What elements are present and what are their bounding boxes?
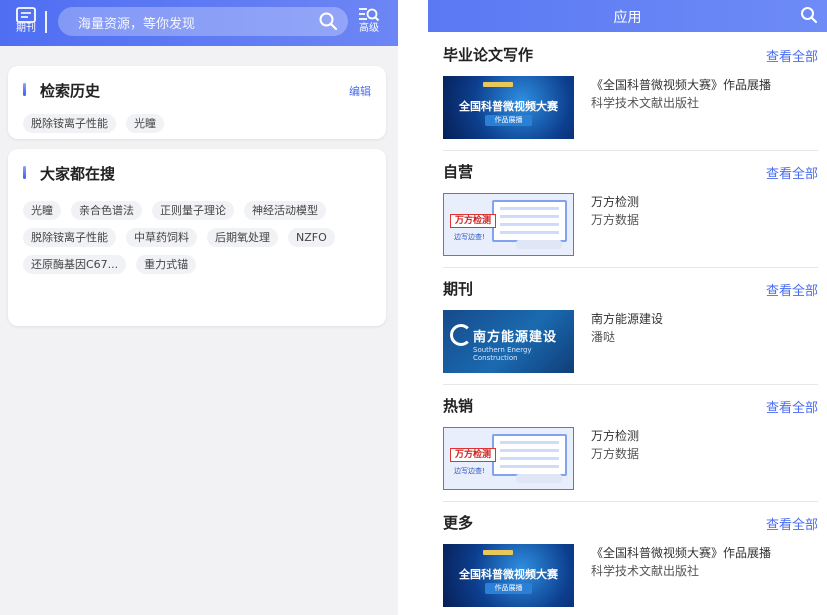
section-title: 热销 <box>443 397 474 415</box>
app-name: 万方检测 <box>591 429 640 443</box>
keyboard-illustration <box>516 240 562 249</box>
app-thumbnail[interactable]: 全国科普微视频大赛 作品展播 <box>443 544 574 607</box>
apps-header: 应用 <box>428 0 827 32</box>
popular-chip[interactable]: NZFO <box>288 228 335 247</box>
journal-button[interactable]: 期刊 <box>12 5 40 41</box>
search-icon[interactable] <box>800 6 818 24</box>
thumb-title: 南方能源建设 <box>473 330 558 345</box>
journal-icon <box>16 7 36 23</box>
app-thumbnail[interactable]: 南方能源建设 Southern Energy Construction <box>443 310 574 373</box>
history-title: 检索历史 <box>40 82 101 100</box>
monitor-illustration <box>492 434 567 476</box>
app-thumbnail[interactable]: 万方检测 边写边查! <box>443 193 574 256</box>
popular-chip[interactable]: 亲合色谱法 <box>71 201 142 220</box>
section-title: 期刊 <box>443 280 474 298</box>
search-input[interactable]: 海量资源，等你发现 <box>58 7 348 36</box>
history-chips: 脱除铵离子性能 光瞳 <box>23 114 374 133</box>
search-placeholder: 海量资源，等你发现 <box>78 17 196 32</box>
header-divider <box>45 11 47 33</box>
thumb-title: 全国科普微视频大赛 <box>459 100 558 113</box>
title-marker <box>23 166 26 179</box>
app-screen: 期刊 海量资源，等你发现 高级 检索历史 编辑 脱除铵离子性能 光瞳 大家都在搜… <box>0 0 827 615</box>
search-header: 期刊 海量资源，等你发现 高级 <box>0 0 398 46</box>
contest-logo <box>483 82 513 87</box>
see-all-link[interactable]: 查看全部 <box>766 280 818 299</box>
journal-logo-icon <box>450 324 472 346</box>
section-journals: 期刊 查看全部 南方能源建设 Southern Energy Construct… <box>443 268 818 385</box>
section-title: 毕业论文写作 <box>443 46 534 64</box>
search-history-card: 检索历史 编辑 脱除铵离子性能 光瞳 <box>8 66 386 139</box>
edit-button[interactable]: 编辑 <box>349 83 371 99</box>
thumb-subtitle: Southern Energy Construction <box>473 346 532 362</box>
section-best-selling: 热销 查看全部 万方检测 边写边查! 万方检测 万方数据 <box>443 385 818 502</box>
see-all-link[interactable]: 查看全部 <box>766 514 818 533</box>
search-page: 期刊 海量资源，等你发现 高级 检索历史 编辑 脱除铵离子性能 光瞳 大家都在搜… <box>0 0 398 615</box>
advanced-label: 高级 <box>359 23 379 34</box>
popular-chip[interactable]: 重力式锚 <box>136 255 197 274</box>
popular-chip[interactable]: 脱除铵离子性能 <box>23 228 116 247</box>
section-title: 更多 <box>443 514 474 532</box>
thumb-title: 全国科普微视频大赛 <box>459 568 558 581</box>
advanced-search-icon <box>359 8 380 22</box>
popular-chip[interactable]: 还原酶基因C67... <box>23 255 127 274</box>
section-more: 更多 查看全部 全国科普微视频大赛 作品展播 《全国科普微视频大赛》作品展播 科… <box>443 502 818 615</box>
thumb-slogan: 边写边查! <box>454 233 485 241</box>
journal-label: 期刊 <box>16 23 36 34</box>
thumb-subtitle: 作品展播 <box>485 115 532 126</box>
popular-chip[interactable]: 光瞳 <box>23 201 61 220</box>
app-thumbnail[interactable]: 全国科普微视频大赛 作品展播 <box>443 76 574 139</box>
app-info[interactable]: 万方检测 万方数据 <box>591 427 818 463</box>
section-self-operated: 自营 查看全部 万方检测 边写边查! 万方检测 万方数据 <box>443 151 818 268</box>
app-info[interactable]: 《全国科普微视频大赛》作品展播 科学技术文献出版社 <box>591 544 818 580</box>
popular-chip[interactable]: 正则量子理论 <box>152 201 234 220</box>
history-chip[interactable]: 光瞳 <box>126 114 164 133</box>
app-info[interactable]: 《全国科普微视频大赛》作品展播 科学技术文献出版社 <box>591 76 818 112</box>
app-name: 万方检测 <box>591 195 640 209</box>
app-publisher: 科学技术文献出版社 <box>591 96 700 110</box>
section-title: 自营 <box>443 163 474 181</box>
apps-page: 应用 毕业论文写作 查看全部 全国科普微视频大赛 作品展播 《全国科普微视频大赛… <box>428 0 827 615</box>
brand-logo: 万方检测 <box>450 214 497 228</box>
keyboard-illustration <box>516 474 562 483</box>
app-publisher: 万方数据 <box>591 213 640 227</box>
advanced-search-button[interactable]: 高级 <box>356 5 382 41</box>
contest-logo <box>483 550 513 555</box>
popular-chip[interactable]: 后期氧处理 <box>207 228 278 247</box>
app-name: 南方能源建设 <box>591 312 664 326</box>
see-all-link[interactable]: 查看全部 <box>766 163 818 182</box>
section-thesis-writing: 毕业论文写作 查看全部 全国科普微视频大赛 作品展播 《全国科普微视频大赛》作品… <box>443 34 818 151</box>
see-all-link[interactable]: 查看全部 <box>766 397 818 416</box>
app-thumbnail[interactable]: 万方检测 边写边查! <box>443 427 574 490</box>
thumb-slogan: 边写边查! <box>454 467 485 475</box>
app-info[interactable]: 万方检测 万方数据 <box>591 193 818 229</box>
popular-chips: 光瞳 亲合色谱法 正则量子理论 神经活动模型 脱除铵离子性能 中草药饲料 后期氧… <box>23 201 374 274</box>
see-all-link[interactable]: 查看全部 <box>766 46 818 65</box>
popular-chip[interactable]: 中草药饲料 <box>126 228 197 247</box>
app-info[interactable]: 南方能源建设 潘哒 <box>591 310 818 346</box>
app-publisher: 科学技术文献出版社 <box>591 564 700 578</box>
popular-chip[interactable]: 神经活动模型 <box>244 201 326 220</box>
app-publisher: 万方数据 <box>591 447 640 461</box>
thumb-subtitle: 作品展播 <box>485 583 532 594</box>
popular-searches-card: 大家都在搜 光瞳 亲合色谱法 正则量子理论 神经活动模型 脱除铵离子性能 中草药… <box>8 149 386 326</box>
monitor-illustration <box>492 200 567 242</box>
page-title: 应用 <box>613 10 642 26</box>
history-chip[interactable]: 脱除铵离子性能 <box>23 114 116 133</box>
app-name: 《全国科普微视频大赛》作品展播 <box>591 78 772 92</box>
app-name: 《全国科普微视频大赛》作品展播 <box>591 546 772 560</box>
popular-title: 大家都在搜 <box>40 165 116 183</box>
app-publisher: 潘哒 <box>591 330 616 344</box>
brand-logo: 万方检测 <box>450 448 497 462</box>
search-icon[interactable] <box>318 11 338 31</box>
title-marker <box>23 83 26 96</box>
